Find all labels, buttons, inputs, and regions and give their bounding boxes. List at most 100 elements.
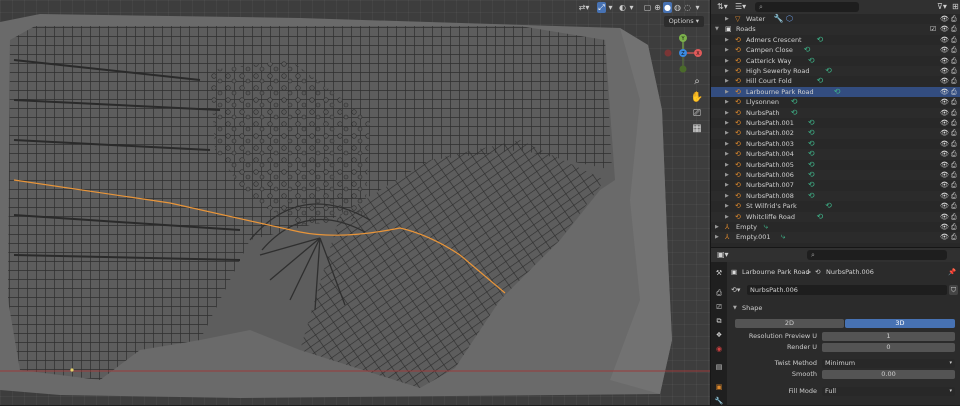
render-camera-icon[interactable]: ⎙ <box>951 191 957 201</box>
fill-mode-dropdown[interactable]: Full ▾ <box>822 387 955 396</box>
shading-material-icon[interactable]: ◍ <box>673 2 682 13</box>
gizmo-toggle-icon[interactable]: ⤢ <box>597 2 606 13</box>
resolution-preview-field[interactable]: 1 <box>822 332 955 341</box>
visibility-eye-icon[interactable]: 👁 <box>940 212 949 222</box>
chevron-right-icon[interactable]: ▶ <box>725 35 729 45</box>
render-camera-icon[interactable]: ⎙ <box>951 128 957 138</box>
outliner-row[interactable]: ▼ ▣ Roads ☑ 👁 ⎙ <box>711 24 960 35</box>
collection-tab-icon[interactable]: ▤ <box>714 362 724 372</box>
chevron-right-icon[interactable]: ▶ <box>725 14 729 24</box>
chevron-right-icon[interactable]: ▶ <box>725 66 729 76</box>
visibility-eye-icon[interactable]: 👁 <box>940 118 949 128</box>
chevron-right-icon[interactable]: ▶ <box>715 222 719 232</box>
visibility-eye-icon[interactable]: 👁 <box>940 56 949 66</box>
fake-user-icon[interactable]: ⛉ <box>949 285 958 295</box>
gizmo-dropdown-icon[interactable]: ▾ <box>607 2 614 13</box>
shading-rendered-icon[interactable]: ◌ <box>683 2 692 13</box>
data-name-field[interactable]: NurbsPath.006 <box>747 285 947 295</box>
outliner-row[interactable]: ▶ ⟲ Campen Close ⟲ 👁 ⎙ <box>711 45 960 56</box>
render-tab-icon[interactable]: ⎙ <box>714 288 724 298</box>
dimension-3d-button[interactable]: 3D <box>845 319 955 328</box>
chevron-right-icon[interactable]: ▶ <box>725 87 729 97</box>
visibility-eye-icon[interactable]: 👁 <box>940 201 949 211</box>
render-camera-icon[interactable]: ⎙ <box>951 108 957 118</box>
render-camera-icon[interactable]: ⎙ <box>951 24 957 34</box>
curve-browse-icon[interactable]: ⟲▾ <box>731 285 740 295</box>
chevron-right-icon[interactable]: ▶ <box>725 97 729 107</box>
shading-solid-icon[interactable]: ● <box>663 2 672 13</box>
outliner-row[interactable]: ▶ ⟲ NurbsPath.003 ⟲ 👁 ⎙ <box>711 139 960 149</box>
outliner-row[interactable]: ▶ ⟲ Hill Court Fold ⟲ 👁 ⎙ <box>711 76 960 86</box>
breadcrumb-data[interactable]: NurbsPath.006 <box>826 267 874 277</box>
chevron-right-icon[interactable]: ▶ <box>725 128 729 138</box>
chevron-right-icon[interactable]: ▶ <box>725 108 729 118</box>
chevron-right-icon[interactable]: ▶ <box>725 118 729 128</box>
visibility-eye-icon[interactable]: 👁 <box>940 97 949 107</box>
overlay-dropdown-icon[interactable]: ▾ <box>628 2 635 13</box>
shape-panel-header[interactable]: ▼ Shape <box>729 303 959 313</box>
visibility-eye-icon[interactable]: 👁 <box>940 222 949 232</box>
outliner-row[interactable]: ▶ ⟲ NurbsPath.002 ⟲ 👁 ⎙ <box>711 128 960 139</box>
visibility-eye-icon[interactable]: 👁 <box>940 191 949 201</box>
twist-method-dropdown[interactable]: Minimum ▾ <box>822 359 955 368</box>
overlay-toggle-icon[interactable]: ◐ <box>618 2 627 13</box>
shading-dropdown-icon[interactable]: ▾ <box>694 2 701 13</box>
shading-wireframe-icon[interactable]: ⊕ <box>653 2 662 13</box>
camera-view-icon[interactable]: ⎚ <box>690 108 704 120</box>
render-camera-icon[interactable]: ⎙ <box>951 66 957 76</box>
chevron-right-icon[interactable]: ▶ <box>725 170 729 180</box>
navigation-gizmo[interactable]: Y X Z <box>660 30 706 76</box>
render-camera-icon[interactable]: ⎙ <box>951 222 957 232</box>
chevron-right-icon[interactable]: ▶ <box>715 232 719 242</box>
visibility-eye-icon[interactable]: 👁 <box>940 180 949 190</box>
outliner-row[interactable]: ▶ ⟲ NurbsPath.007 ⟲ 👁 ⎙ <box>711 180 960 190</box>
render-camera-icon[interactable]: ⎙ <box>951 76 957 86</box>
3d-cursor[interactable] <box>70 368 74 372</box>
visibility-eye-icon[interactable]: 👁 <box>940 87 949 97</box>
breadcrumb-object[interactable]: Larbourne Park Road <box>742 267 810 277</box>
new-collection-icon[interactable]: ⊞ <box>952 2 959 11</box>
filter-icon[interactable]: ⊽▾ <box>937 2 947 11</box>
render-camera-icon[interactable]: ⎙ <box>951 160 957 170</box>
visibility-eye-icon[interactable]: 👁 <box>940 35 949 45</box>
outliner-search-input[interactable]: ⌕ <box>755 2 859 12</box>
city-map-mesh[interactable] <box>0 0 710 405</box>
render-camera-icon[interactable]: ⎙ <box>951 170 957 180</box>
outliner-row[interactable]: ▶ ⟲ NurbsPath.004 ⟲ 👁 ⎙ <box>711 149 960 160</box>
outliner-row[interactable]: ▶ ⟲ NurbsPath.001 ⟲ 👁 ⎙ <box>711 118 960 128</box>
visibility-eye-icon[interactable]: 👁 <box>940 149 949 159</box>
visibility-eye-icon[interactable]: 👁 <box>940 24 949 34</box>
outliner-row[interactable]: ▶ ⟲ St Wilfrid's Park ⟲ 👁 ⎙ <box>711 201 960 211</box>
outliner-row[interactable]: ▶ ⟲ Catterick Way ⟲ 👁 ⎙ <box>711 56 960 66</box>
outliner-row[interactable]: ▶ ⟲ Whitcliffe Road ⟲ 👁 ⎙ <box>711 211 960 222</box>
chevron-right-icon[interactable]: ▶ <box>725 212 729 222</box>
visibility-eye-icon[interactable]: 👁 <box>940 45 949 55</box>
outliner-row[interactable]: ▶ ⟲ Admers Crescent ⟲ 👁 ⎙ <box>711 35 960 45</box>
3d-viewport[interactable]: ⇄▾ ⤢ ▾ ◐ ▾ ▢ ⊕ ● ◍ ◌ ▾ Options ▾ Y X Z ⌕… <box>0 0 710 405</box>
outliner-row[interactable]: ▶ ▽ Water 🔧 ⬡ 👁 ⎙ <box>711 14 960 24</box>
render-camera-icon[interactable]: ⎙ <box>951 149 957 159</box>
visibility-eye-icon[interactable]: 👁 <box>940 14 949 24</box>
tool-tab-icon[interactable]: ⚒ <box>714 268 724 278</box>
xray-toggle-icon[interactable]: ▢ <box>643 2 652 13</box>
render-camera-icon[interactable]: ⎙ <box>951 97 957 107</box>
gizmo-neg-y-axis[interactable] <box>679 65 687 73</box>
chevron-right-icon[interactable]: ▶ <box>725 180 729 190</box>
chevron-down-icon[interactable]: ▼ <box>715 24 719 34</box>
data-block-selector[interactable]: ⟲▾ NurbsPath.006 ⛉ <box>731 285 958 295</box>
chevron-right-icon[interactable]: ▶ <box>725 45 729 55</box>
collection-checkbox-icon[interactable]: ☑ <box>930 24 936 34</box>
visibility-eye-icon[interactable]: 👁 <box>940 76 949 86</box>
render-camera-icon[interactable]: ⎙ <box>951 201 957 211</box>
visibility-eye-icon[interactable]: 👁 <box>940 128 949 138</box>
smooth-field[interactable]: 0.00 <box>822 370 955 379</box>
visibility-eye-icon[interactable]: 👁 <box>940 139 949 149</box>
render-camera-icon[interactable]: ⎙ <box>951 180 957 190</box>
outliner-row[interactable]: ▶ ⟲ NurbsPath.008 ⟲ 👁 ⎙ <box>711 190 960 202</box>
visibility-eye-icon[interactable]: 👁 <box>940 108 949 118</box>
editor-type-icon[interactable]: ⇅▾ <box>717 2 728 11</box>
outliner-row[interactable]: ▶ ⟲ NurbsPath.006 ⟲ 👁 ⎙ <box>711 170 960 181</box>
view-layer-tab-icon[interactable]: ⧉ <box>714 316 724 326</box>
render-camera-icon[interactable]: ⎙ <box>951 14 957 24</box>
render-camera-icon[interactable]: ⎙ <box>951 139 957 149</box>
